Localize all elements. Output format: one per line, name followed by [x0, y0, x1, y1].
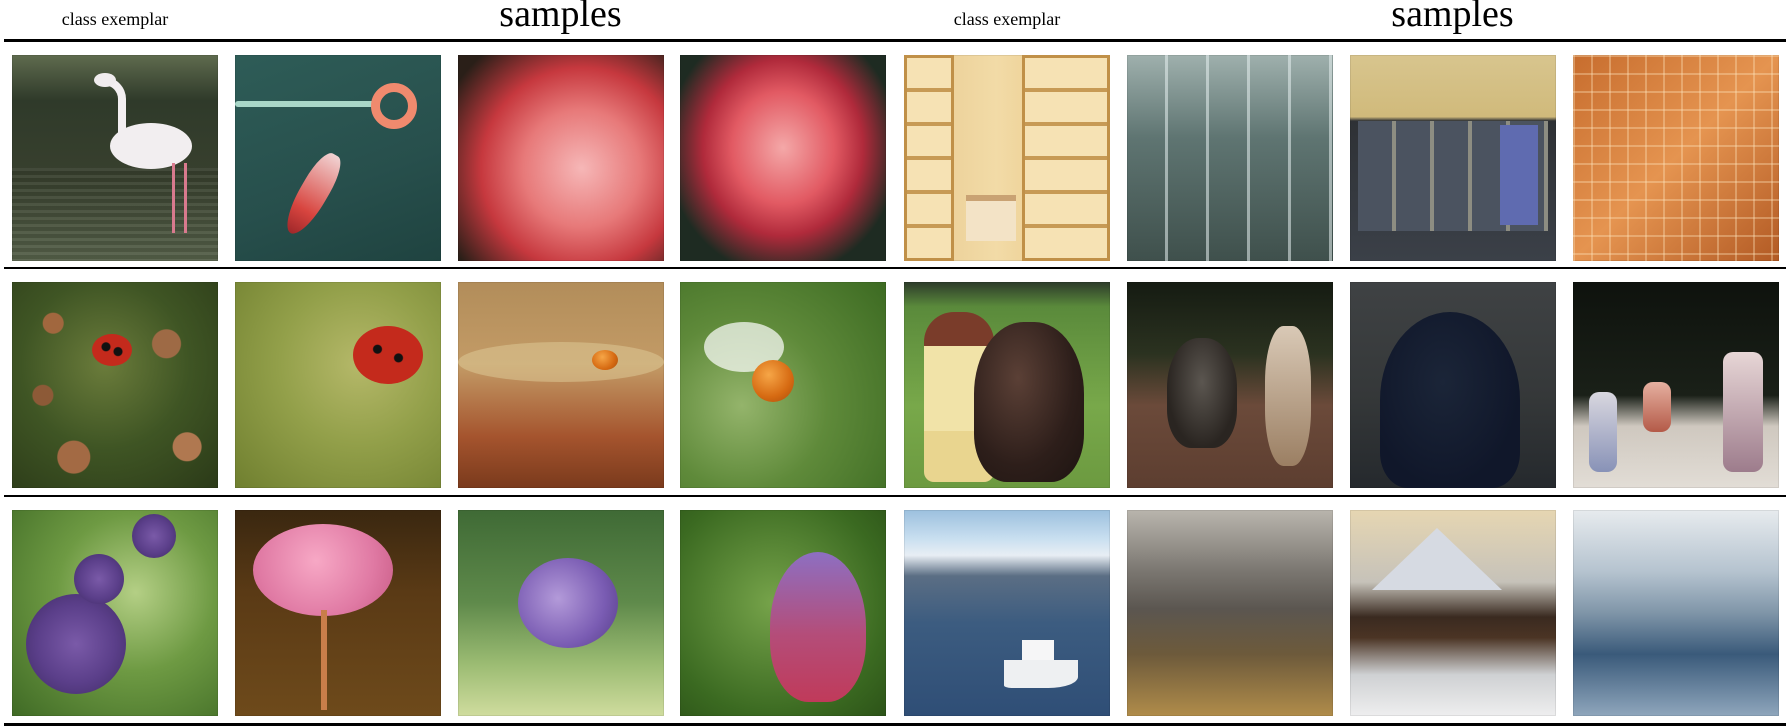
afghan-hound-sample-2	[1350, 282, 1556, 488]
afghan-hound-sample-1	[1127, 282, 1333, 488]
lakeside-sample-2	[1350, 510, 1556, 716]
door-sample-3	[1573, 55, 1779, 261]
right-samples-header: samples	[1391, 0, 1514, 35]
ladybug-sample-3	[680, 282, 886, 488]
flamingo-sample-1	[235, 55, 441, 261]
afghan-hound-exemplar-image	[904, 282, 1110, 488]
top-rule	[4, 39, 1786, 42]
ladybug-exemplar-image	[12, 282, 218, 488]
right-exemplar-header: class exemplar	[953, 9, 1061, 29]
row-divider-1	[4, 267, 1786, 269]
door-sample-1	[1127, 55, 1333, 261]
row-divider-2	[4, 495, 1786, 497]
lakeside-exemplar-image	[904, 510, 1110, 716]
ladybug-sample-1	[235, 282, 441, 488]
thistle-sample-1	[235, 510, 441, 716]
flamingo-exemplar-image	[12, 55, 218, 261]
afghan-hound-sample-3	[1573, 282, 1779, 488]
left-samples-header: samples	[499, 0, 622, 35]
door-exemplar-image	[904, 55, 1110, 261]
left-exemplar-header: class exemplar	[61, 9, 169, 29]
thistle-sample-3	[680, 510, 886, 716]
thistle-sample-2	[458, 510, 664, 716]
thistle-exemplar-image	[12, 510, 218, 716]
ladybug-sample-2	[458, 282, 664, 488]
lakeside-sample-1	[1127, 510, 1333, 716]
lakeside-sample-3	[1573, 510, 1779, 716]
flamingo-sample-3	[680, 55, 886, 261]
door-sample-2	[1350, 55, 1556, 261]
flamingo-sample-2	[458, 55, 664, 261]
bottom-rule	[4, 723, 1786, 726]
